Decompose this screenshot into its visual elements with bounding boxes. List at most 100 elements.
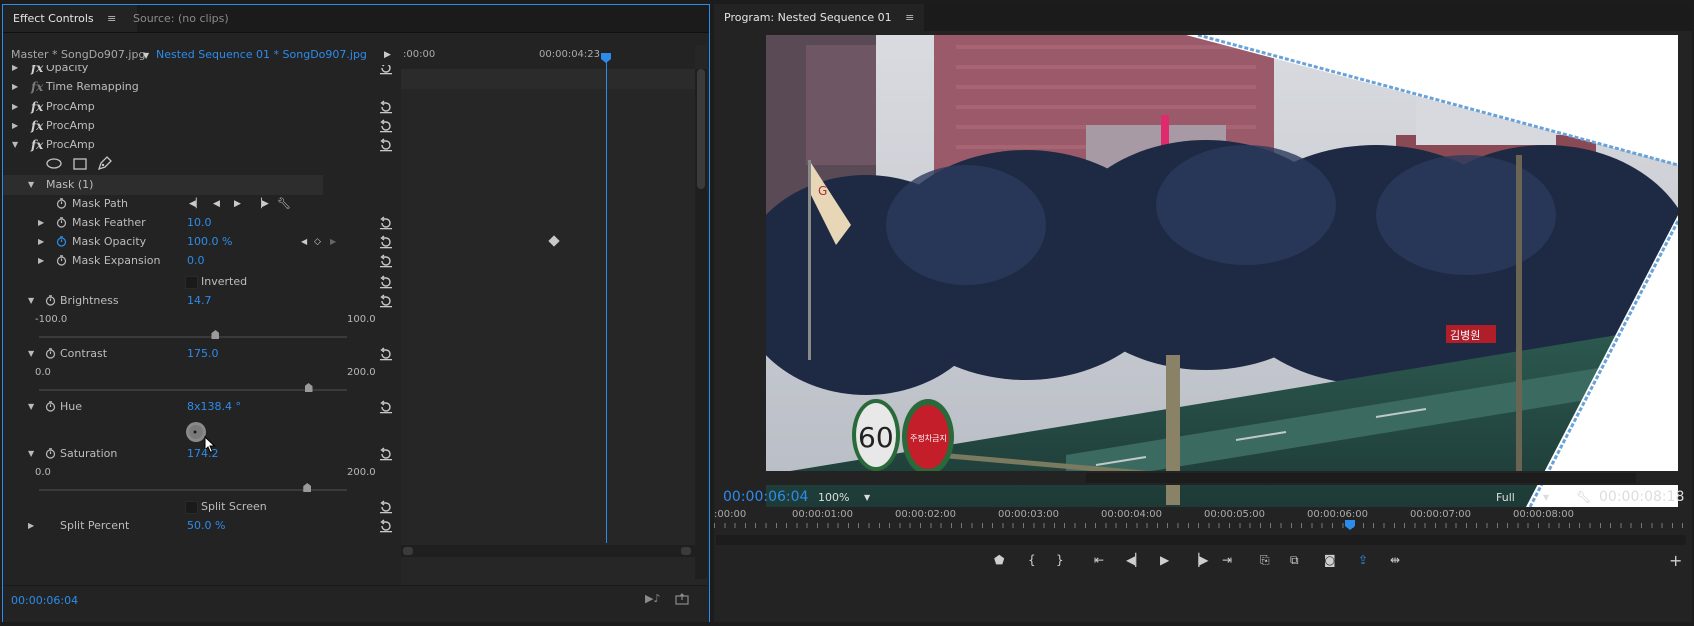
inverted-checkbox[interactable] (185, 276, 198, 289)
pen-mask-icon[interactable] (96, 156, 112, 172)
fx-icon[interactable]: fx (31, 77, 43, 97)
wrench-icon[interactable]: 🔧︎ (1576, 490, 1591, 504)
scroll-handle-right[interactable] (681, 547, 691, 555)
horizontal-scrollbar[interactable] (401, 545, 695, 557)
effect-row-procamp-expanded[interactable]: ▼ fx ProcAmp (3, 135, 401, 155)
program-time-ruler[interactable]: :00:00 00:00:01:00 00:00:02:00 00:00:03:… (714, 509, 1692, 531)
fx-icon[interactable]: fx (31, 97, 43, 117)
param-value[interactable]: 10.0 (187, 213, 212, 233)
play-audio-icon[interactable]: ▶♪ (645, 592, 660, 605)
expand-triangle-icon[interactable]: ▶ (38, 213, 44, 233)
contrast-slider-track[interactable] (39, 389, 347, 391)
playhead-handle[interactable] (1345, 520, 1355, 530)
chevron-down-icon[interactable]: ▼ (864, 488, 870, 508)
stopwatch-icon[interactable] (45, 295, 56, 306)
wrench-icon[interactable]: 🔧︎ (277, 194, 291, 214)
collapse-triangle-icon[interactable]: ▼ (12, 135, 18, 155)
param-value[interactable]: 14.7 (187, 291, 212, 311)
stopwatch-icon[interactable] (56, 198, 67, 209)
stopwatch-icon[interactable] (56, 255, 67, 266)
next-keyframe-icon[interactable]: ▶ (330, 232, 336, 252)
mask-row[interactable]: ▼ Mask (1) (3, 175, 323, 195)
track-forward-icon[interactable]: ▶ (234, 194, 241, 214)
brightness-slider-track[interactable] (39, 336, 347, 338)
add-keyframe-icon[interactable]: ◇ (314, 232, 321, 252)
track-backward-icon[interactable]: ◀ (213, 194, 220, 214)
param-value[interactable]: 100.0 % (187, 232, 232, 252)
split-screen-checkbox[interactable] (185, 501, 198, 514)
fx-icon[interactable]: fx (31, 116, 43, 136)
param-value[interactable]: 0.0 (187, 251, 205, 271)
collapse-triangle-icon[interactable]: ▼ (28, 291, 34, 311)
reset-icon[interactable] (379, 347, 393, 361)
scrollbar-thumb[interactable] (697, 69, 705, 189)
chevron-down-icon[interactable]: ▼ (1543, 488, 1549, 508)
effect-row-procamp[interactable]: ▶ fx ProcAmp (3, 116, 401, 136)
effect-row-time-remapping[interactable]: ▶ fx Time Remapping (3, 77, 401, 97)
vertical-scrollbar[interactable] (695, 69, 707, 579)
param-value[interactable]: 8x138.4 ° (187, 397, 241, 417)
add-marker-icon[interactable]: ⬟ (994, 553, 1004, 567)
mark-out-icon[interactable]: } (1056, 553, 1064, 567)
contrast-slider-thumb[interactable] (304, 383, 313, 392)
timeline-ruler[interactable]: :00:00 00:00:04:23 (401, 45, 695, 70)
expand-triangle-icon[interactable]: ▶ (28, 516, 34, 536)
fx-icon[interactable]: fx (31, 135, 43, 155)
track-forward-all-icon[interactable]: ▕▶ (255, 194, 269, 214)
reset-icon[interactable] (379, 447, 393, 461)
track-backward-all-icon[interactable]: ◀▏ (189, 194, 203, 214)
reset-icon[interactable] (379, 100, 393, 114)
stopwatch-icon[interactable] (45, 348, 56, 359)
effect-row-procamp[interactable]: ▶ fx ProcAmp (3, 97, 401, 117)
step-back-icon[interactable]: ◀▏ (1126, 553, 1144, 567)
play-icon[interactable]: ▶ (1160, 553, 1169, 567)
param-value[interactable]: 175.0 (187, 344, 219, 364)
clip-dropdown-arrow-icon[interactable]: ▼ (143, 46, 149, 66)
stopwatch-active-icon[interactable] (56, 236, 67, 247)
reset-icon[interactable] (379, 254, 393, 268)
toggle-proxies-icon[interactable]: ⇪ (1358, 553, 1368, 567)
expand-triangle-icon[interactable]: ▶ (38, 232, 44, 252)
collapse-triangle-icon[interactable]: ▼ (28, 344, 34, 364)
reset-icon[interactable] (379, 400, 393, 414)
reset-icon[interactable] (379, 500, 393, 514)
reset-icon[interactable] (379, 65, 393, 75)
current-time-display[interactable]: 00:00:06:04 (11, 594, 78, 607)
stopwatch-icon[interactable] (45, 448, 56, 459)
reset-icon[interactable] (379, 216, 393, 230)
sequence-clip-label[interactable]: Nested Sequence 01 * SongDo907.jpg (156, 45, 367, 65)
keyframe-diamond-icon[interactable] (548, 235, 560, 247)
comparison-view-icon[interactable]: ⇹ (1390, 553, 1400, 567)
collapse-triangle-icon[interactable]: ▼ (28, 397, 34, 417)
expand-triangle-icon[interactable]: ▶ (38, 251, 44, 271)
stopwatch-icon[interactable] (45, 401, 56, 412)
button-editor-plus-icon[interactable]: + (1669, 551, 1682, 570)
panel-menu-icon[interactable]: ≡ (107, 12, 116, 25)
scroll-handle-left[interactable] (403, 547, 413, 555)
expand-triangle-icon[interactable]: ▶ (12, 97, 18, 117)
reset-icon[interactable] (379, 519, 393, 533)
brightness-slider-thumb[interactable] (211, 330, 220, 339)
show-timeline-arrow-icon[interactable]: ▶ (384, 45, 391, 65)
tab-program-monitor[interactable]: Program: Nested Sequence 01 ≡ (714, 4, 925, 31)
effect-controls-timeline[interactable]: :00:00 00:00:04:23 (401, 45, 707, 585)
reset-icon[interactable] (379, 294, 393, 308)
mark-in-icon[interactable]: { (1028, 553, 1036, 567)
zoom-scrollbar[interactable] (716, 535, 1686, 545)
go-to-in-icon[interactable]: ⇤ (1094, 553, 1104, 567)
ellipse-mask-icon[interactable] (46, 158, 62, 169)
collapse-triangle-icon[interactable]: ▼ (28, 175, 34, 195)
quality-dropdown[interactable]: Full ▼ (1496, 488, 1562, 508)
prev-keyframe-icon[interactable]: ◀ (301, 232, 307, 252)
panel-menu-icon[interactable]: ≡ (905, 11, 914, 24)
param-value[interactable]: 50.0 % (187, 516, 225, 536)
saturation-slider-thumb[interactable] (303, 483, 312, 492)
step-forward-icon[interactable]: ▕▶ (1190, 553, 1208, 567)
zoom-dropdown[interactable]: 100% ▼ (818, 488, 880, 508)
saturation-slider-track[interactable] (39, 489, 347, 491)
playhead-timecode[interactable]: 00:00:06:04 (723, 489, 808, 505)
master-clip-label[interactable]: Master * SongDo907.jpg (11, 45, 145, 65)
reset-icon[interactable] (379, 275, 393, 289)
lift-icon[interactable]: ⎘ (1260, 553, 1270, 568)
tab-source[interactable]: Source: (no clips) (123, 5, 239, 32)
